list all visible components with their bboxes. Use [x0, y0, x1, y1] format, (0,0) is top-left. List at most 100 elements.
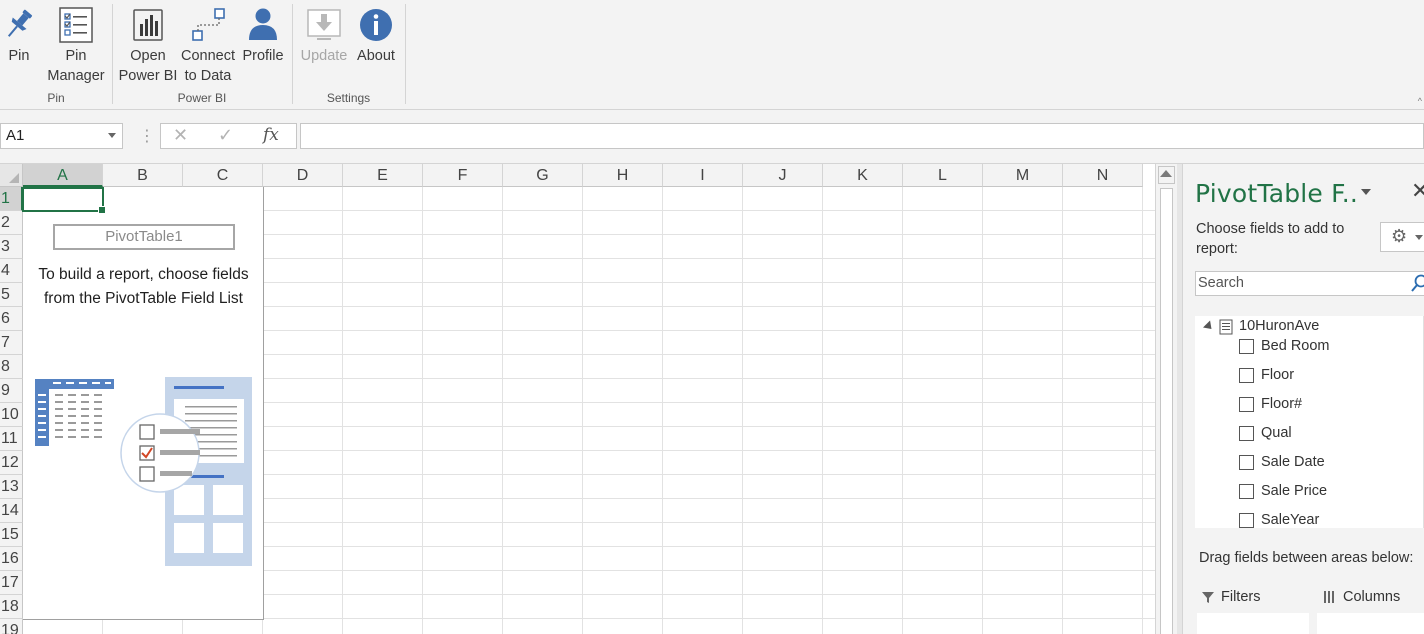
pin-manager-label: Pin Manager [47, 48, 105, 84]
field-checkbox[interactable] [1239, 455, 1254, 470]
column-header-j[interactable]: J [743, 164, 823, 187]
field-checkbox[interactable] [1239, 397, 1254, 412]
about-button[interactable]: About [352, 4, 400, 66]
pane-subtitle: Choose fields to add to report: [1196, 221, 1345, 257]
column-header-h[interactable]: H [583, 164, 663, 187]
cancel-icon[interactable]: ✕ [173, 125, 188, 146]
row-header-19[interactable]: 19 [0, 619, 23, 634]
row-header-7[interactable]: 7 [0, 331, 23, 355]
field-checkbox[interactable] [1239, 368, 1254, 383]
columns-drop-area[interactable] [1317, 613, 1424, 634]
column-header-k[interactable]: K [823, 164, 903, 187]
name-box[interactable]: A1 [0, 123, 123, 149]
column-header-m[interactable]: M [983, 164, 1063, 187]
update-icon [297, 4, 351, 46]
close-icon[interactable]: ✕ [1411, 178, 1424, 204]
row-header-4[interactable]: 4 [0, 259, 23, 283]
row-header-12[interactable]: 12 [0, 451, 23, 475]
table-name[interactable]: 10HuronAve [1239, 318, 1319, 334]
active-cell-a1[interactable] [22, 187, 106, 214]
row-header-2[interactable]: 2 [0, 211, 23, 235]
ribbon-separator [405, 4, 406, 104]
update-button[interactable]: Update [297, 4, 351, 66]
collapse-triangle-icon[interactable] [1202, 320, 1216, 333]
row-header-18[interactable]: 18 [0, 595, 23, 619]
filters-area-label: Filters [1221, 589, 1261, 605]
vertical-scrollbar[interactable] [1155, 164, 1177, 634]
gear-icon: ⚙ [1391, 226, 1408, 246]
row-header-3[interactable]: 3 [0, 235, 23, 259]
formula-buttons: ✕ ✓ fx [160, 123, 297, 149]
column-header-a[interactable]: A [23, 164, 103, 187]
ribbon: Pin Pin Manager Pin Open Power BI Connec… [0, 0, 1424, 110]
filter-icon [1202, 592, 1214, 603]
field-checkbox[interactable] [1239, 484, 1254, 499]
row-header-17[interactable]: 17 [0, 571, 23, 595]
field-checkbox[interactable] [1239, 513, 1254, 528]
pin-button[interactable]: Pin [0, 4, 38, 66]
open-power-bi-button[interactable]: Open Power BI [116, 4, 180, 86]
select-all-corner[interactable] [0, 164, 23, 187]
group-label-power-bi: Power BI [177, 91, 227, 105]
about-label: About [357, 48, 395, 64]
column-header-i[interactable]: I [663, 164, 743, 187]
field-label: Floor# [1261, 396, 1303, 412]
tools-button[interactable]: ⚙ [1380, 222, 1424, 252]
profile-button[interactable]: Profile [239, 4, 287, 66]
column-header-f[interactable]: F [423, 164, 503, 187]
row-header-8[interactable]: 8 [0, 355, 23, 379]
row-header-1[interactable]: 1 [0, 187, 23, 211]
field-label: Bed Room [1261, 338, 1330, 354]
row-header-15[interactable]: 15 [0, 523, 23, 547]
filters-drop-area[interactable] [1197, 613, 1309, 634]
insert-function-icon[interactable]: fx [263, 125, 279, 145]
open-power-bi-label: Open Power BI [118, 48, 178, 84]
checklist-icon [44, 4, 108, 46]
chevron-down-icon [1415, 235, 1423, 240]
formula-bar: A1 ⋮ ✕ ✓ fx [0, 110, 1424, 164]
row-header-16[interactable]: 16 [0, 547, 23, 571]
row-header-9[interactable]: 9 [0, 379, 23, 403]
field-checkbox[interactable] [1239, 339, 1254, 354]
column-header-n[interactable]: N [1063, 164, 1143, 187]
column-header-e[interactable]: E [343, 164, 423, 187]
row-header-5[interactable]: 5 [0, 283, 23, 307]
column-header-b[interactable]: B [103, 164, 183, 187]
chevron-down-icon[interactable] [1361, 189, 1371, 195]
column-header-g[interactable]: G [503, 164, 583, 187]
row-header-13[interactable]: 13 [0, 475, 23, 499]
row-header-10[interactable]: 10 [0, 403, 23, 427]
pin-manager-button[interactable]: Pin Manager [44, 4, 108, 86]
ribbon-separator [112, 4, 113, 104]
search-input[interactable]: Search [1195, 271, 1424, 296]
pivottable-placeholder[interactable]: PivotTable1 To build a report, choose fi… [23, 187, 264, 620]
row-header-11[interactable]: 11 [0, 427, 23, 451]
drag-areas-label: Drag fields between areas below: [1199, 550, 1414, 566]
profile-label: Profile [242, 48, 284, 64]
scrollbar-thumb[interactable] [1160, 188, 1173, 634]
check-icon[interactable]: ✓ [218, 125, 233, 146]
search-icon[interactable] [1411, 274, 1424, 299]
collapse-ribbon-icon[interactable]: ^ [1418, 96, 1422, 106]
row-header-14[interactable]: 14 [0, 499, 23, 523]
field-label: Floor [1261, 367, 1295, 383]
worksheet-grid: ABCDEFGHIJKLMN 1 2 3 4 5 6 7 8 9 10 11 12 13 14 15 16 17… [0, 164, 1155, 634]
info-icon [352, 4, 400, 46]
user-icon [239, 4, 287, 46]
column-header-l[interactable]: L [903, 164, 983, 187]
pivottable-fields-pane: PivotTable F.. ✕ Choose fields to add to… [1182, 164, 1424, 634]
formula-input[interactable] [300, 123, 1424, 149]
chevron-down-icon[interactable] [108, 133, 116, 138]
more-options-icon[interactable]: ⋮ [139, 126, 155, 146]
column-header-d[interactable]: D [263, 164, 343, 187]
field-label: Sale Date [1261, 454, 1325, 470]
pin-icon [0, 4, 38, 46]
columns-area-header: Columns [1323, 589, 1400, 605]
connect-to-data-button[interactable]: Connect to Data [178, 4, 238, 86]
group-label-settings: Settings [326, 91, 371, 105]
field-checkbox[interactable] [1239, 426, 1254, 441]
table-icon [1219, 319, 1233, 340]
column-header-c[interactable]: C [183, 164, 263, 187]
pin-button-label: Pin [8, 48, 30, 64]
row-header-6[interactable]: 6 [0, 307, 23, 331]
